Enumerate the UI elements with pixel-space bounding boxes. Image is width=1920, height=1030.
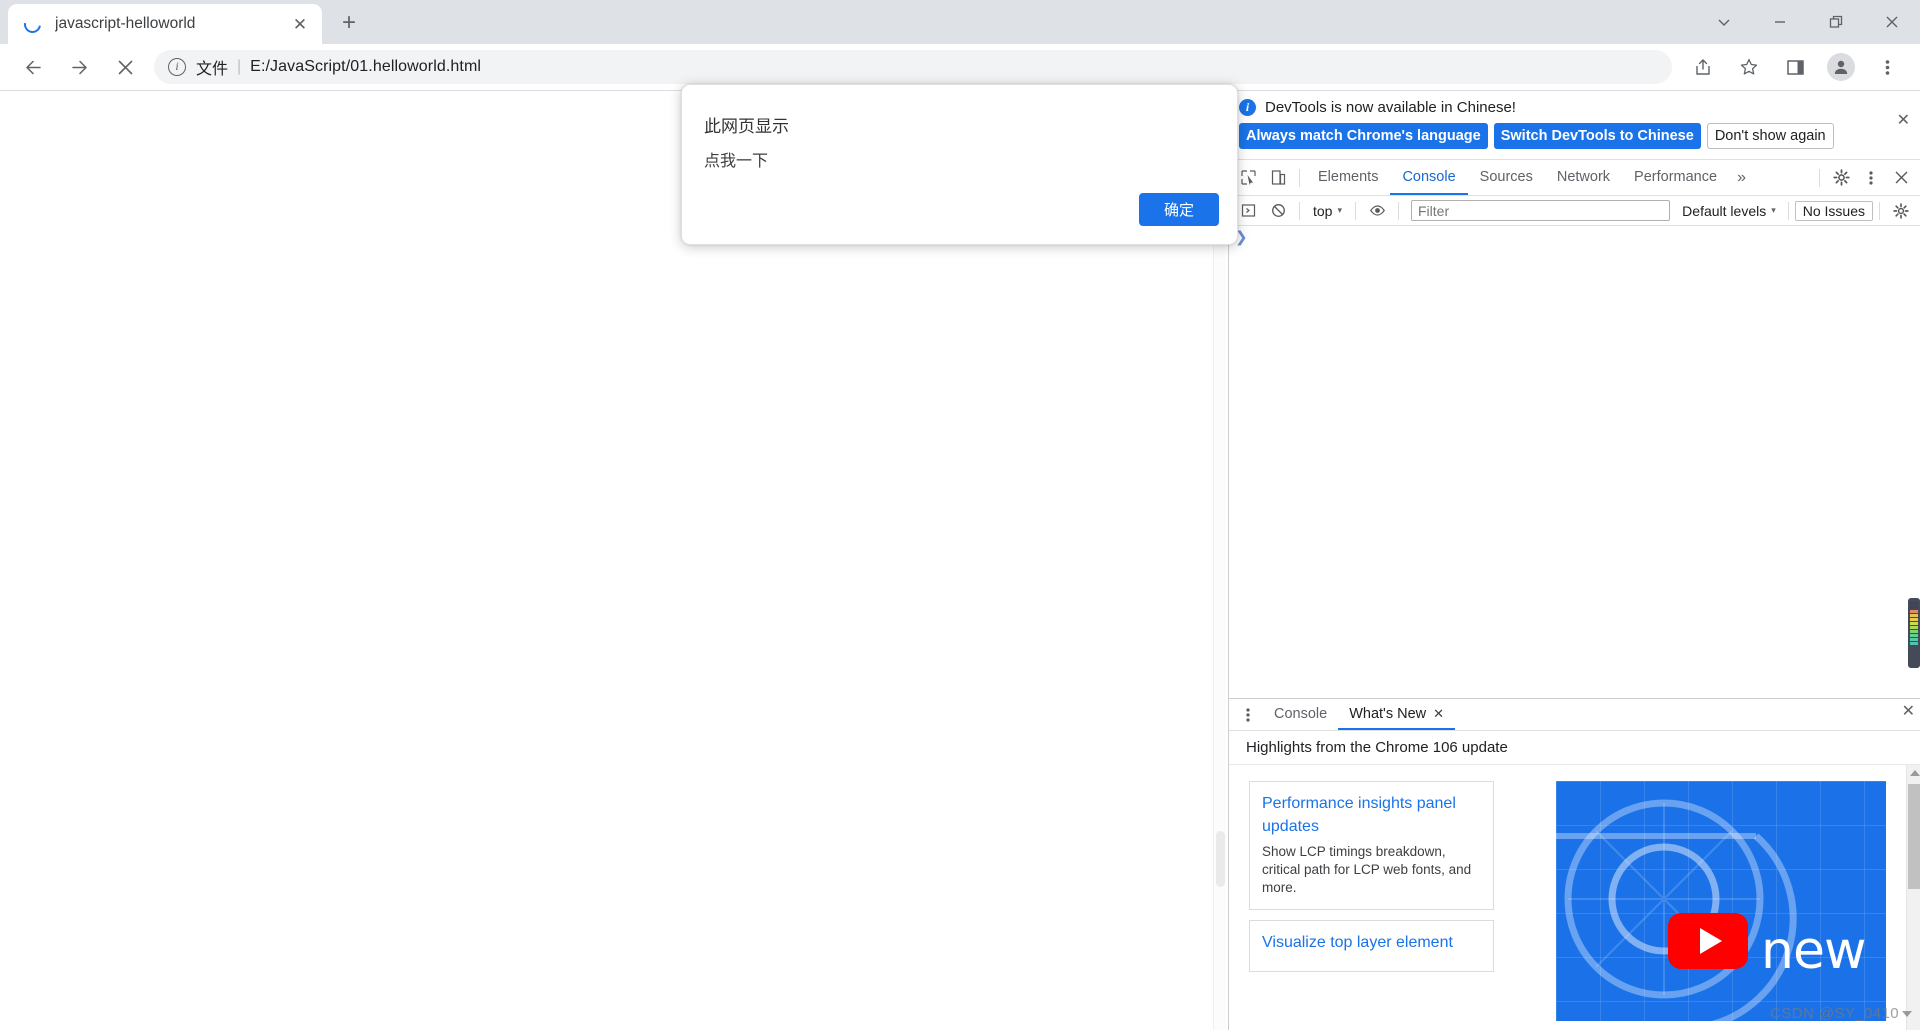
- media-word: new: [1761, 921, 1866, 981]
- window-controls: [1696, 0, 1920, 44]
- device-toolbar-icon[interactable]: [1263, 163, 1293, 193]
- stop-loading-icon[interactable]: [107, 49, 143, 85]
- card-title[interactable]: Visualize top layer element: [1262, 931, 1481, 954]
- gear-icon[interactable]: [1826, 163, 1856, 193]
- omnibox-scheme-label: 文件: [196, 61, 229, 78]
- whats-new-body: Performance insights panel updates Show …: [1229, 765, 1920, 1030]
- javascript-alert-dialog: 此网页显示 点我一下 确定: [681, 84, 1238, 245]
- chevron-down-icon: ▾: [1771, 205, 1776, 215]
- close-window-button[interactable]: [1864, 0, 1920, 44]
- kebab-menu-icon[interactable]: [1856, 163, 1886, 193]
- dialog-ok-button[interactable]: 确定: [1139, 193, 1219, 226]
- divider: [1819, 168, 1820, 187]
- tab-sources[interactable]: Sources: [1468, 160, 1545, 195]
- divider: [1787, 201, 1789, 220]
- youtube-play-icon[interactable]: [1668, 913, 1748, 969]
- drawer-close-icon[interactable]: ✕: [1902, 704, 1915, 720]
- watermark-caret-icon: [1902, 1010, 1912, 1017]
- live-expression-icon[interactable]: [1362, 196, 1392, 226]
- divider: [1299, 201, 1300, 220]
- whats-new-card[interactable]: Visualize top layer element: [1249, 919, 1494, 972]
- drawer-tab-label: Console: [1274, 705, 1328, 722]
- issues-button[interactable]: No Issues: [1794, 200, 1873, 221]
- dialog-message: 点我一下: [704, 153, 769, 170]
- more-tabs-icon[interactable]: »: [1729, 169, 1754, 187]
- tab-network[interactable]: Network: [1545, 160, 1622, 195]
- restore-button[interactable]: [1808, 0, 1864, 44]
- info-circle-icon: i: [1239, 99, 1256, 116]
- page-scrollbar-thumb[interactable]: [1216, 831, 1225, 887]
- whats-new-scrollbar[interactable]: [1906, 765, 1920, 1030]
- minimize-button[interactable]: [1752, 0, 1808, 44]
- tab-console[interactable]: Console: [1390, 160, 1468, 195]
- gear-icon[interactable]: [1886, 196, 1916, 226]
- tab-search-button[interactable]: [1696, 0, 1752, 44]
- divider: [1398, 201, 1399, 220]
- avatar: [1827, 53, 1855, 81]
- tab-close-button[interactable]: ✕: [288, 12, 312, 36]
- tab-title: javascript-helloworld: [55, 15, 196, 32]
- always-match-language-button[interactable]: Always match Chrome's language: [1239, 123, 1488, 149]
- whats-new-card-list: Performance insights panel updates Show …: [1249, 781, 1494, 1030]
- whats-new-card[interactable]: Performance insights panel updates Show …: [1249, 781, 1494, 910]
- new-tab-button[interactable]: +: [331, 5, 367, 41]
- star-icon[interactable]: [1731, 49, 1767, 85]
- browser-tab[interactable]: javascript-helloworld ✕: [8, 4, 322, 44]
- watermark: CSDN @SY_0410: [1770, 1005, 1912, 1022]
- card-title[interactable]: Performance insights panel updates: [1262, 792, 1481, 838]
- drawer-tab-console[interactable]: Console: [1263, 699, 1338, 730]
- log-levels-value: Default levels: [1682, 202, 1767, 219]
- share-icon[interactable]: [1685, 49, 1721, 85]
- address-bar[interactable]: 文件 | E:/JavaScript/01.helloworld.html: [154, 50, 1672, 84]
- scrollbar-thumb[interactable]: [1908, 784, 1920, 889]
- edge-level-meter: [1908, 598, 1920, 668]
- chevron-down-icon: ▾: [1337, 205, 1342, 215]
- divider: [1879, 201, 1880, 220]
- divider: [1355, 201, 1356, 220]
- banner-text: DevTools is now available in Chinese!: [1265, 99, 1516, 116]
- drawer-tab-label: What's New: [1349, 705, 1427, 722]
- info-circle-icon[interactable]: [168, 57, 186, 76]
- tab-elements[interactable]: Elements: [1306, 160, 1390, 195]
- whats-new-heading: Highlights from the Chrome 106 update: [1229, 731, 1920, 765]
- scroll-up-arrow-icon[interactable]: [1910, 770, 1920, 776]
- drawer-tab-close-icon[interactable]: ✕: [1433, 706, 1444, 722]
- banner-close-icon[interactable]: ✕: [1897, 113, 1910, 129]
- kebab-menu-icon[interactable]: [1233, 700, 1263, 730]
- console-filter-input[interactable]: [1411, 200, 1671, 221]
- card-description: Show LCP timings breakdown, critical pat…: [1262, 844, 1472, 895]
- side-panel-icon[interactable]: [1777, 49, 1813, 85]
- console-toolbar: top ▾ Default levels ▾ No Issues: [1229, 196, 1920, 226]
- console-output[interactable]: ❯: [1229, 226, 1920, 723]
- tab-strip: javascript-helloworld ✕ +: [0, 0, 1920, 44]
- execution-context-selector[interactable]: top ▾: [1306, 203, 1349, 219]
- omnibox-separator: |: [237, 58, 242, 75]
- devtools-tabbar: Elements Console Sources Network Perform…: [1229, 160, 1920, 196]
- drawer-tab-whats-new[interactable]: What's New ✕: [1338, 699, 1456, 730]
- clear-console-icon[interactable]: [1263, 196, 1293, 226]
- loading-spinner-icon: [20, 12, 45, 36]
- profile-avatar-icon[interactable]: [1823, 49, 1859, 85]
- log-levels-selector[interactable]: Default levels ▾: [1676, 203, 1782, 219]
- watermark-text: CSDN @SY_0410: [1770, 1005, 1899, 1022]
- kebab-menu-icon[interactable]: [1869, 49, 1905, 85]
- drawer-tabbar: Console What's New ✕ ✕: [1229, 699, 1920, 731]
- close-devtools-icon[interactable]: [1886, 163, 1916, 193]
- devtools-drawer: Console What's New ✕ ✕ Highlights from t…: [1229, 698, 1920, 1030]
- tab-performance[interactable]: Performance: [1622, 160, 1729, 195]
- divider: [1299, 168, 1300, 187]
- dialog-title: 此网页显示: [704, 117, 789, 136]
- whats-new-video-thumbnail[interactable]: new: [1556, 781, 1886, 1021]
- execution-context-value: top: [1313, 202, 1333, 219]
- forward-arrow-icon[interactable]: [61, 49, 97, 85]
- blueprint-grid: [1556, 781, 1886, 1021]
- switch-devtools-language-button[interactable]: Switch DevTools to Chinese: [1493, 123, 1701, 149]
- dont-show-again-button[interactable]: Don't show again: [1706, 123, 1834, 149]
- devtools-language-banner: i DevTools is now available in Chinese! …: [1229, 91, 1920, 160]
- back-arrow-icon[interactable]: [15, 49, 51, 85]
- devtools-panel: i DevTools is now available in Chinese! …: [1228, 91, 1920, 1030]
- omnibox-url: E:/JavaScript/01.helloworld.html: [250, 58, 482, 75]
